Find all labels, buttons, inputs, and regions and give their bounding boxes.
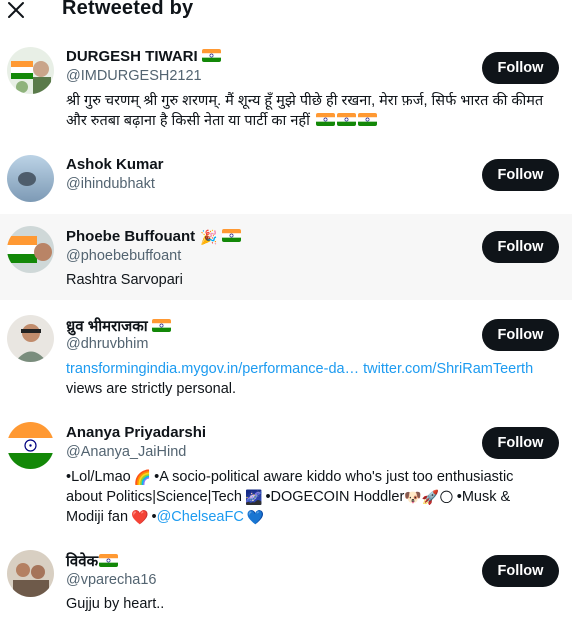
bio-link[interactable]: transformingindia.mygov.in/performance-d… <box>66 361 359 377</box>
avatar[interactable] <box>7 155 54 202</box>
user-bio: •Lol/Lmao 🌈 •A socio-political aware kiddo… <box>66 469 514 525</box>
avatar[interactable] <box>7 550 54 597</box>
party-popper-icon: 🎉 <box>200 229 218 245</box>
rainbow-icon: 🌈 <box>133 469 152 485</box>
user-bio: Rashtra Sarvopari <box>66 272 183 288</box>
user-row[interactable]: Ashok Kumar @ihindubhakt Follow <box>0 143 572 211</box>
galaxy-icon: 🌌 <box>245 489 263 505</box>
user-name[interactable]: Phoebe Buffouant 🎉 <box>66 228 241 245</box>
close-icon[interactable] <box>6 0 26 20</box>
user-bio: श्री गुरु चरणम् श्री गुरु शरणम्. मैं शून… <box>66 93 544 129</box>
user-handle[interactable]: @Ananya_JaiHind <box>66 444 186 460</box>
bio-link[interactable]: @ChelseaFC <box>157 509 244 525</box>
india-flag-icon <box>151 319 171 332</box>
india-flag-icon <box>201 49 221 62</box>
rocket-icon: 🚀 <box>421 489 440 505</box>
avatar[interactable] <box>7 422 54 469</box>
avatar[interactable] <box>7 315 54 362</box>
user-handle[interactable]: @IMDURGESH2121 <box>66 68 202 84</box>
user-name[interactable]: Ananya Priyadarshi <box>66 424 206 441</box>
user-name[interactable]: ध्रुव भीमराजका <box>66 316 171 336</box>
user-name[interactable]: Ashok Kumar <box>66 156 164 173</box>
user-row[interactable]: DURGESH TIWARI @IMDURGESH2121 श्री गुरु … <box>0 36 572 140</box>
user-name[interactable]: विवेक <box>66 551 119 571</box>
india-flag-icon <box>99 554 119 567</box>
user-handle[interactable]: @phoebebuffoant <box>66 248 181 264</box>
dialog-title: Retweeted by <box>62 0 194 19</box>
follow-button[interactable]: Follow <box>482 427 559 459</box>
follow-button[interactable]: Follow <box>482 555 559 587</box>
dog-icon: 🐶 <box>404 489 422 505</box>
bio-link[interactable]: twitter.com/ShriRamTeerth <box>363 361 533 377</box>
user-row[interactable]: Ananya Priyadarshi @Ananya_JaiHind •Lol/… <box>0 411 572 535</box>
blue-heart-icon: 💙 <box>246 509 265 525</box>
user-row[interactable]: विवेक @vparecha16 Gujju by heart.. Follo… <box>0 545 572 627</box>
user-name[interactable]: DURGESH TIWARI <box>66 48 221 65</box>
india-flag-icon <box>315 113 335 126</box>
india-flag-icon <box>336 113 356 126</box>
avatar[interactable] <box>7 226 54 273</box>
india-flag-icon <box>221 229 241 242</box>
user-bio: transformingindia.mygov.in/performance-d… <box>66 361 534 397</box>
follow-button[interactable]: Follow <box>482 159 559 191</box>
follow-button[interactable]: Follow <box>482 52 559 84</box>
user-bio: Gujju by heart.. <box>66 596 165 612</box>
user-handle[interactable]: @ihindubhakt <box>66 176 155 192</box>
avatar[interactable] <box>7 47 54 94</box>
follow-button[interactable]: Follow <box>482 231 559 263</box>
user-handle[interactable]: @vparecha16 <box>66 572 157 588</box>
dialog-header: Retweeted by <box>0 0 572 22</box>
user-handle[interactable]: @dhruvbhim <box>66 336 148 352</box>
follow-button[interactable]: Follow <box>482 319 559 351</box>
red-heart-icon: ❤️ <box>131 509 149 525</box>
india-flag-icon <box>357 113 377 126</box>
user-row[interactable]: ध्रुव भीमराजका @dhruvbhim transformingin… <box>0 303 572 405</box>
full-moon-icon: 🌕 <box>439 489 454 505</box>
user-row[interactable]: Phoebe Buffouant 🎉 @phoebebuffoant Rashtr… <box>0 214 572 300</box>
